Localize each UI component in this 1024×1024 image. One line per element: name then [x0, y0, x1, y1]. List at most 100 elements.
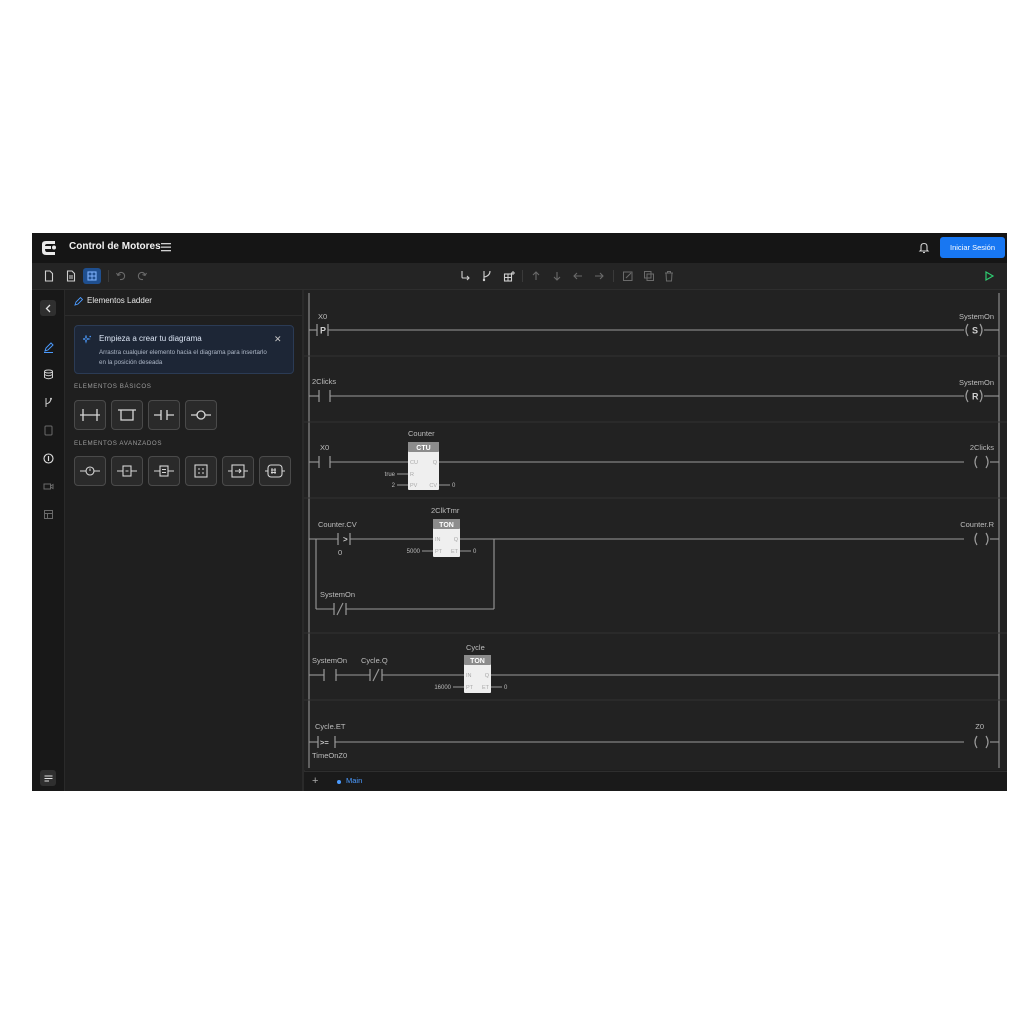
block-input-label: IN	[466, 673, 472, 679]
arrow-right-icon[interactable]	[592, 269, 606, 283]
ladder-canvas: P X0 S SystemOn 2Clicks R SystemOn X0 Co…	[304, 293, 1007, 768]
contact-nc-icon[interactable]	[111, 400, 143, 430]
component-icon[interactable]	[83, 268, 101, 284]
math-icon[interactable]	[185, 456, 217, 486]
rung-1[interactable]: P X0 S SystemOn	[309, 312, 999, 337]
move-icon[interactable]	[222, 456, 254, 486]
add-tab-button[interactable]: +	[312, 775, 318, 787]
branch-icon[interactable]	[41, 395, 55, 409]
coil-label: SystemOn	[959, 312, 994, 321]
layout-icon[interactable]	[41, 507, 55, 521]
tab-indicator-dot	[337, 780, 341, 784]
close-icon[interactable]: ✕	[274, 334, 282, 345]
copy-icon[interactable]	[642, 269, 656, 283]
menu-icon[interactable]	[161, 241, 171, 253]
tab-main[interactable]: Main	[328, 772, 374, 791]
rung-4[interactable]: > Counter.CV 0 2ClkTmr TON IN PT Q ET 50…	[309, 506, 999, 616]
contact-type-label: P	[320, 326, 326, 336]
login-button[interactable]: Iniciar Sesión	[940, 237, 1005, 258]
function-block-icon[interactable]	[259, 456, 291, 486]
arrow-left-icon[interactable]	[571, 269, 585, 283]
contact-no-icon[interactable]	[74, 400, 106, 430]
elements-panel: Elementos Ladder Empieza a crear tu diag…	[65, 290, 305, 791]
branch-down-icon[interactable]	[458, 269, 472, 283]
block-output-label: Q	[433, 460, 438, 466]
block-name-label: Cycle	[466, 643, 485, 652]
sparkle-icon	[83, 335, 91, 344]
rung-5[interactable]: SystemOn Cycle.Q Cycle TON IN PT Q ET 16…	[309, 643, 999, 693]
ladder-pen-icon	[74, 297, 83, 306]
contact-label: X0	[318, 312, 327, 321]
block-input-label: PT	[435, 549, 443, 555]
edit-icon[interactable]	[621, 269, 635, 283]
compare-operator: >	[343, 535, 348, 544]
info-text: Arrastra cualquier elemento hacia el dia…	[99, 349, 267, 366]
info-icon[interactable]	[41, 451, 55, 465]
contact-parallel-icon[interactable]	[148, 400, 180, 430]
camera-icon[interactable]	[41, 479, 55, 493]
timer-icon[interactable]	[74, 456, 106, 486]
bottom-tabs: + Main	[304, 771, 1007, 791]
bell-icon[interactable]	[918, 241, 930, 254]
collapse-icon[interactable]	[40, 300, 56, 316]
info-box: Empieza a crear tu diagrama Arrastra cua…	[74, 325, 294, 374]
block-input-label: PT	[466, 685, 474, 691]
branch-contact-label: SystemOn	[320, 590, 355, 599]
redo-icon[interactable]	[135, 269, 149, 283]
toolbar-divider	[613, 270, 614, 282]
contact-label: Cycle.ET	[315, 722, 346, 731]
block-input-label: PV	[410, 483, 418, 489]
app-title: Control de Motores	[69, 241, 161, 252]
document-icon[interactable]	[64, 269, 78, 283]
ladder-diagram[interactable]: P X0 S SystemOn 2Clicks R SystemOn X0 Co…	[304, 290, 1007, 770]
top-bar: Control de Motores Iniciar Sesión	[32, 233, 1007, 263]
contact-label: 2Clicks	[312, 377, 336, 386]
block-output-label: ET	[451, 549, 459, 555]
new-file-icon[interactable]	[42, 269, 56, 283]
contact-label: X0	[320, 443, 329, 452]
advanced-elements-label: ELEMENTOS AVANZADOS	[74, 440, 163, 447]
coil-label: SystemOn	[959, 378, 994, 387]
contact-label: Counter.CV	[318, 520, 357, 529]
fork-icon[interactable]	[480, 269, 494, 283]
device-icon[interactable]	[41, 423, 55, 437]
block-output-label: CV	[429, 483, 437, 489]
block-input-label: CU	[410, 460, 418, 466]
toolbar-divider	[522, 270, 523, 282]
block-output-value: 0	[473, 549, 477, 555]
counter-icon[interactable]	[111, 456, 143, 486]
grid-add-icon[interactable]	[502, 269, 516, 283]
toolbar	[32, 263, 1007, 290]
coil-type-label: S	[972, 326, 978, 336]
contact-label: SystemOn	[312, 656, 347, 665]
logo-icon[interactable]	[40, 240, 58, 256]
panel-divider	[65, 315, 302, 316]
coil-icon[interactable]	[185, 400, 217, 430]
panel-title: Elementos Ladder	[87, 296, 152, 305]
run-icon[interactable]	[982, 269, 996, 283]
rung-3[interactable]: X0 Counter CTU CU R PV Q CV true 2 0 2Cl…	[309, 429, 999, 490]
block-input-value: true	[385, 472, 396, 478]
toolbar-divider	[108, 270, 109, 282]
arrow-up-icon[interactable]	[529, 269, 543, 283]
coil-label: 2Clicks	[970, 443, 994, 452]
compare-value: 0	[338, 548, 342, 557]
undo-icon[interactable]	[114, 269, 128, 283]
database-icon[interactable]	[41, 367, 55, 381]
rung-2[interactable]: 2Clicks R SystemOn	[309, 377, 999, 403]
compare-icon[interactable]	[148, 456, 180, 486]
compare-value: TimeOnZ0	[312, 751, 347, 760]
trash-icon[interactable]	[662, 269, 676, 283]
block-type-label: TON	[470, 658, 485, 665]
block-input-value: 2	[392, 483, 396, 489]
block-input-value: 5000	[407, 549, 421, 555]
block-output-label: Q	[454, 537, 459, 543]
block-name-label: 2ClkTmr	[431, 506, 460, 515]
block-output-label: ET	[482, 685, 490, 691]
ladder-pen-icon[interactable]	[41, 340, 55, 354]
arrow-down-icon[interactable]	[550, 269, 564, 283]
rung-6[interactable]: >= Cycle.ET TimeOnZ0 Z0	[309, 722, 999, 760]
settings-icon[interactable]	[40, 770, 56, 786]
app-window: Control de Motores Iniciar Sesión Elemen…	[32, 233, 1007, 791]
block-input-value: 16000	[434, 685, 451, 691]
